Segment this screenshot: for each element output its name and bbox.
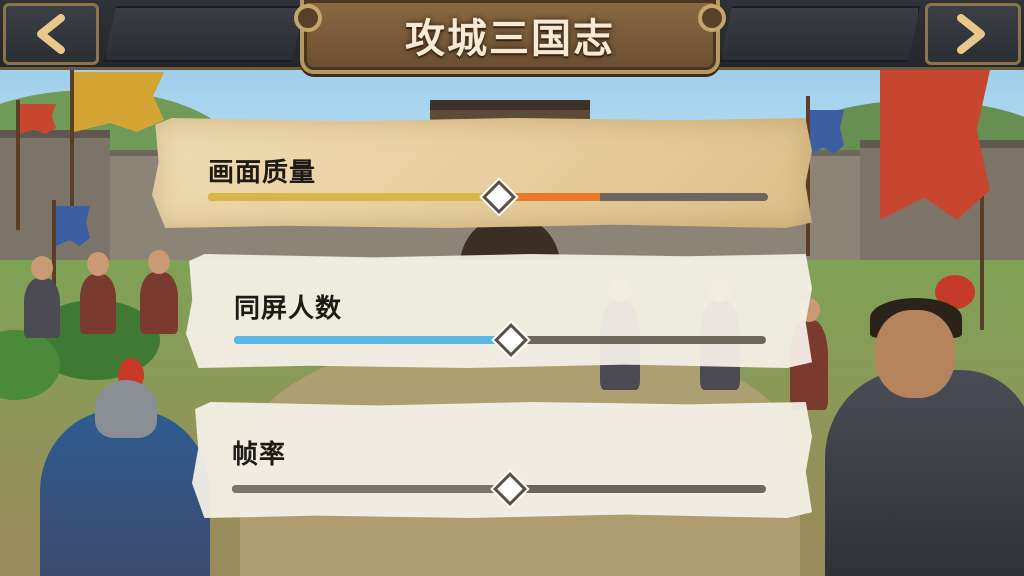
banner-pole [70, 70, 74, 220]
soldier [80, 252, 116, 334]
soldier [140, 250, 178, 334]
war-banner [74, 72, 164, 132]
banner-pole [52, 200, 56, 290]
slider-fill [208, 193, 500, 201]
frame-rate-slider[interactable] [232, 472, 766, 506]
chevron-left-icon [29, 12, 73, 56]
setting-label: 帧率 [232, 440, 287, 470]
slider-thumb[interactable] [479, 177, 519, 217]
title-plate: 攻城三国志 [294, 0, 726, 74]
war-banner [810, 110, 844, 154]
back-button[interactable] [3, 3, 99, 65]
players-on-screen-slider[interactable] [234, 323, 766, 357]
setting-label: 同屏人数 [234, 294, 343, 324]
war-banner [56, 206, 90, 246]
forward-button[interactable] [925, 3, 1021, 65]
slider-fill [232, 485, 510, 493]
chevron-right-icon [951, 12, 995, 56]
setting-label: 画面质量 [208, 158, 317, 188]
page-title: 攻城三国志 [405, 16, 615, 62]
ornament [698, 4, 726, 32]
war-banner [20, 104, 56, 134]
slider-fill [234, 336, 511, 344]
setting-card-players-on-screen: 同屏人数 [186, 254, 812, 368]
setting-card-graphics-quality: 画面质量 [152, 118, 812, 228]
ornament [294, 4, 322, 32]
general-right [825, 275, 1024, 576]
general-left [40, 358, 210, 576]
soldier [24, 256, 60, 338]
setting-card-frame-rate: 帧率 [192, 402, 812, 518]
top-bar: 攻城三国志 [0, 0, 1024, 74]
banner-pole [980, 180, 984, 330]
banner-pole [16, 100, 20, 230]
war-banner [880, 70, 990, 220]
bar-panel [104, 6, 304, 62]
slider-thumb[interactable] [491, 320, 531, 360]
bar-panel [720, 6, 920, 62]
graphics-quality-slider[interactable] [208, 180, 768, 214]
slider-thumb[interactable] [490, 469, 530, 509]
